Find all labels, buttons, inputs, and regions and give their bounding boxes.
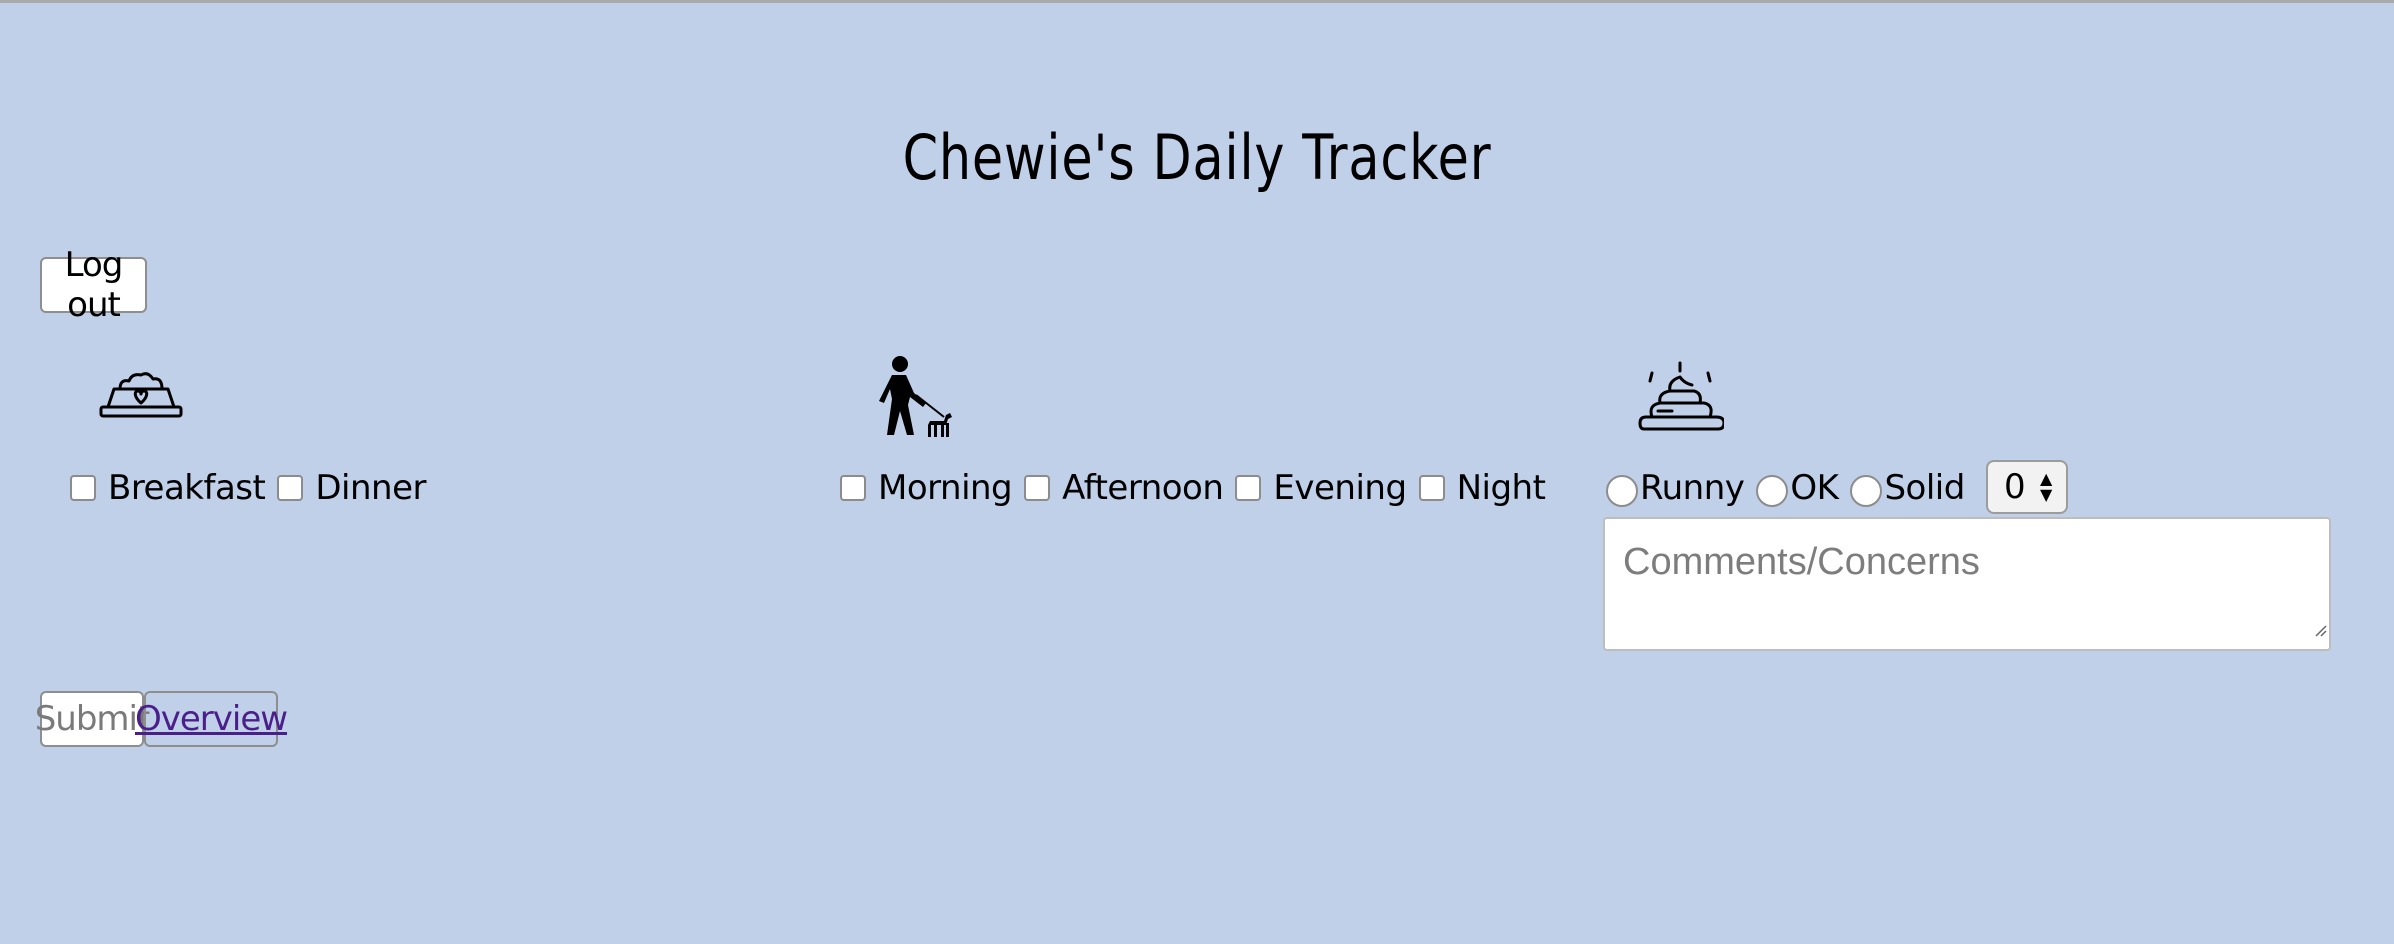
- poop-icon: [1638, 359, 1726, 439]
- comments-placeholder: Comments/Concerns: [1623, 541, 1980, 583]
- breakfast-checkbox[interactable]: [70, 475, 96, 501]
- ok-label: OK: [1790, 468, 1839, 508]
- night-label: Night: [1456, 468, 1546, 508]
- ok-radio[interactable]: [1756, 475, 1789, 507]
- dinner-label: Dinner: [315, 468, 426, 508]
- solid-label: Solid: [1884, 468, 1965, 508]
- runny-label: Runny: [1640, 468, 1745, 508]
- meals-options: Breakfast Dinner: [70, 463, 438, 513]
- night-checkbox[interactable]: [1418, 475, 1445, 501]
- food-bowl-icon: [98, 367, 184, 427]
- dog-walking-icon: [868, 353, 954, 443]
- walks-options: Morning Afternoon Evening Night: [840, 463, 1557, 513]
- evening-label: Evening: [1273, 468, 1407, 508]
- morning-checkbox[interactable]: [840, 475, 866, 501]
- afternoon-label: Afternoon: [1062, 468, 1224, 508]
- breakfast-label: Breakfast: [108, 468, 266, 508]
- runny-radio[interactable]: [1606, 475, 1638, 507]
- poop-count-stepper[interactable]: 0 ▲ ▼: [1986, 460, 2068, 514]
- submit-button[interactable]: Submit: [35, 691, 150, 747]
- stepper-down-icon[interactable]: ▼: [2040, 487, 2052, 503]
- dinner-checkbox[interactable]: [277, 475, 304, 501]
- comments-textarea[interactable]: Comments/Concerns: [1603, 517, 2331, 651]
- overview-link[interactable]: Overview: [135, 691, 288, 747]
- page-title: Chewie's Daily Tracker: [902, 121, 1492, 194]
- evening-checkbox[interactable]: [1235, 475, 1262, 501]
- poop-count-value: 0: [2004, 467, 2026, 507]
- solid-radio[interactable]: [1850, 475, 1883, 507]
- morning-label: Morning: [878, 468, 1013, 508]
- afternoon-checkbox[interactable]: [1024, 475, 1051, 501]
- stepper-arrows[interactable]: ▲ ▼: [2040, 471, 2052, 503]
- poop-options: Runny OK Solid: [1606, 463, 1977, 513]
- resize-grip-icon[interactable]: [2313, 604, 2327, 647]
- logout-button[interactable]: Log out: [40, 245, 147, 325]
